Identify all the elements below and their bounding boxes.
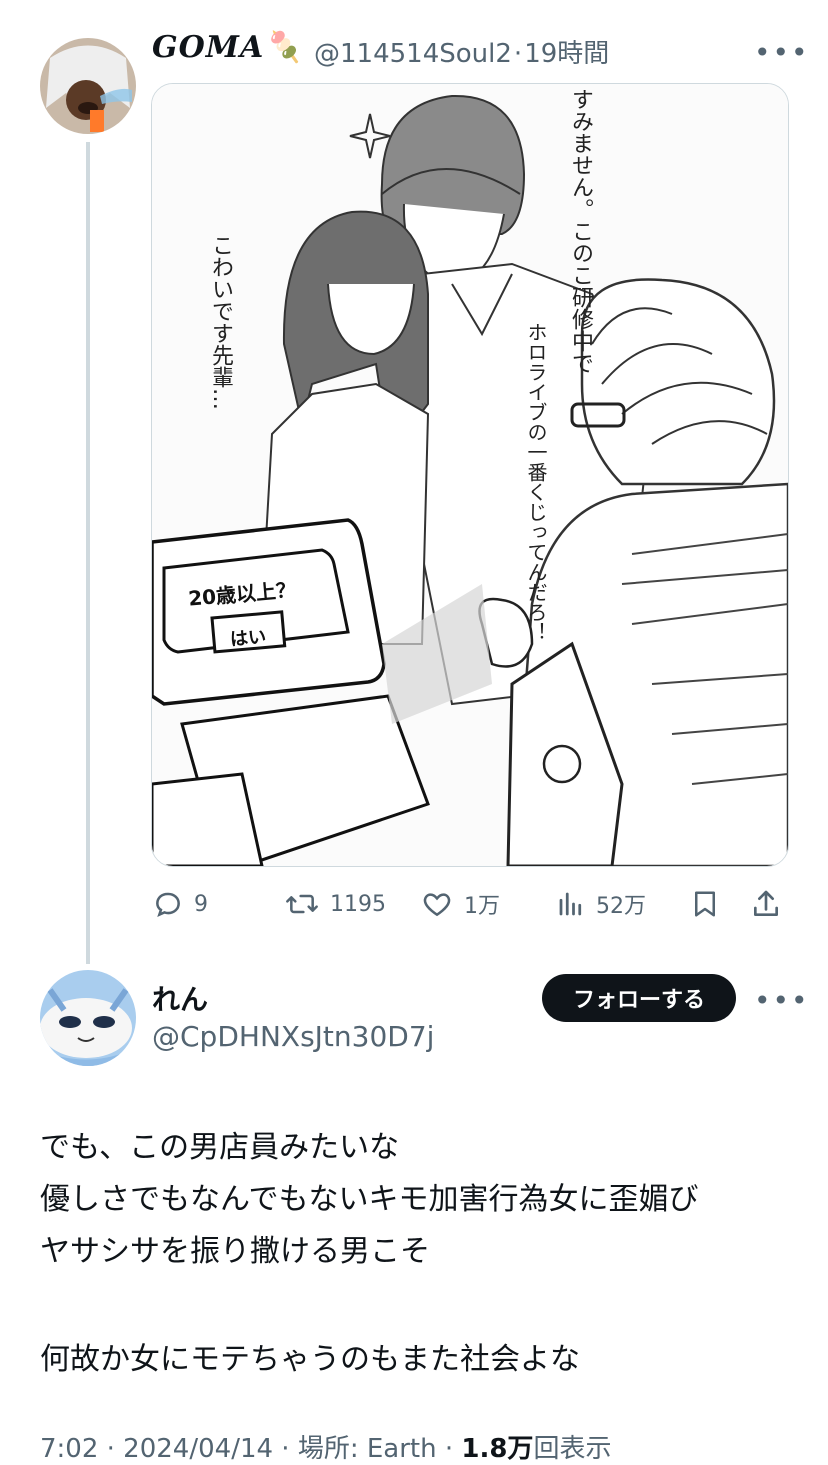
- author-display-name[interactable]: GOMA🍡: [152, 30, 303, 65]
- register-screen-button: はい: [229, 626, 267, 651]
- like-count: 1万: [464, 894, 500, 919]
- bookmark-button[interactable]: [690, 884, 730, 924]
- reply-timestamp[interactable]: 7:02 · 2024/04/14 · 場所: Earth ·: [40, 1434, 453, 1464]
- tweet-meta: @114514Soul2·19時間: [314, 33, 609, 70]
- views-count: 52万: [596, 894, 646, 919]
- views-button[interactable]: 52万: [556, 884, 646, 924]
- tweet-timestamp[interactable]: 19時間: [524, 39, 609, 69]
- speech-text-customer: ホロライブの一番くじってんだろ！: [524, 322, 548, 642]
- share-button[interactable]: [750, 884, 792, 924]
- retweet-icon: [286, 894, 318, 914]
- more-horizontal-icon[interactable]: •••: [754, 984, 810, 1017]
- retweet-count: 1195: [330, 891, 386, 917]
- author-avatar[interactable]: [40, 38, 136, 134]
- heart-icon: [423, 893, 451, 917]
- reply-display-name[interactable]: れん: [152, 978, 208, 1018]
- analytics-icon: [559, 892, 582, 916]
- reply-body-line-1: でも、この男店員みたいな: [40, 1130, 400, 1165]
- speech-text-trainee: こわいです先輩…: [208, 234, 233, 410]
- illustration: [152, 84, 788, 866]
- share-icon: [754, 890, 778, 916]
- meta-separator: ·: [513, 39, 523, 69]
- bookmark-icon: [695, 891, 715, 917]
- more-horizontal-icon[interactable]: •••: [754, 36, 810, 69]
- speech-text-clerk: すみません。このこ研修中で: [568, 88, 593, 374]
- reply-views-label: 回表示: [533, 1434, 612, 1464]
- reply-body-line-2: 優しさでもなんでもないキモ加害行為女に歪媚び: [40, 1182, 699, 1217]
- reply-count: 9: [194, 891, 208, 917]
- follow-button[interactable]: フォローする: [542, 974, 736, 1022]
- retweet-button[interactable]: 1195: [284, 884, 386, 924]
- reply-footer: 7:02 · 2024/04/14 · 場所: Earth · 1.8万回表示: [40, 1428, 611, 1465]
- author-handle[interactable]: @114514Soul2: [314, 39, 512, 69]
- reply-button[interactable]: 9: [152, 884, 208, 924]
- reply-author-handle[interactable]: @CpDHNXsJtn30D7j: [152, 1020, 434, 1053]
- reply-body-line-3: ヤサシサを振り撒ける男こそ: [40, 1234, 430, 1269]
- reply-views-count: 1.8万: [461, 1434, 534, 1464]
- tweet-image[interactable]: すみません。このこ研修中で こわいです先輩… ホロライブの一番くじってんだろ！ …: [151, 83, 789, 867]
- reply-icon: [156, 892, 180, 917]
- thread-connector-line: [86, 142, 90, 964]
- reply-body-line-4: 何故か女にモテちゃうのもまた社会よな: [40, 1342, 580, 1377]
- reply-author-avatar[interactable]: [40, 970, 136, 1066]
- like-button[interactable]: 1万: [420, 884, 500, 924]
